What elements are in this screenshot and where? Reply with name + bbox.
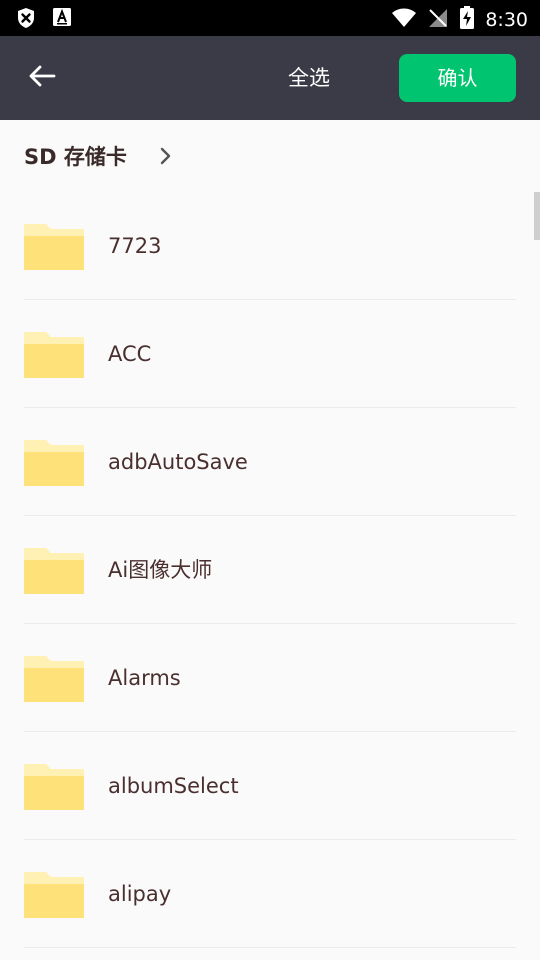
- folder-name: alipay: [108, 882, 172, 906]
- a-notification-icon: [52, 7, 72, 33]
- status-bar: 8:30: [0, 0, 540, 36]
- folder-icon: [24, 222, 84, 270]
- folder-name: 7723: [108, 234, 162, 258]
- select-all-button[interactable]: 全选: [270, 62, 348, 94]
- folder-name: ACC: [108, 342, 152, 366]
- folder-item[interactable]: albumSelect: [0, 732, 540, 840]
- folder-item[interactable]: Alarms: [0, 624, 540, 732]
- top-bar: 全选 确认: [0, 36, 540, 120]
- folder-item[interactable]: ACC: [0, 300, 540, 408]
- arrow-left-icon: [28, 64, 56, 92]
- folder-item[interactable]: Ai图像大师: [0, 516, 540, 624]
- divider: [24, 947, 516, 948]
- folder-icon: [24, 546, 84, 594]
- status-left-icons: [16, 7, 72, 33]
- breadcrumb-label[interactable]: SD 存储卡: [24, 141, 127, 171]
- folder-list: 7723 ACC adbAutoSave Ai图像大师 Alarms album: [0, 192, 540, 948]
- folder-icon: [24, 330, 84, 378]
- confirm-button[interactable]: 确认: [399, 54, 516, 102]
- no-signal-icon: [427, 7, 449, 33]
- folder-icon: [24, 654, 84, 702]
- folder-name: adbAutoSave: [108, 450, 248, 474]
- status-right-icons: 8:30: [391, 6, 528, 34]
- folder-name: Ai图像大师: [108, 558, 213, 582]
- folder-name: Alarms: [108, 666, 181, 690]
- clock-time: 8:30: [485, 9, 528, 31]
- shield-close-icon: [16, 7, 36, 33]
- folder-icon: [24, 870, 84, 918]
- folder-icon: [24, 762, 84, 810]
- folder-name: albumSelect: [108, 774, 239, 798]
- breadcrumb[interactable]: SD 存储卡: [24, 138, 173, 174]
- scrollbar[interactable]: [534, 192, 540, 240]
- battery-charging-icon: [459, 6, 475, 34]
- wifi-icon: [391, 8, 417, 32]
- folder-item[interactable]: 7723: [0, 192, 540, 300]
- folder-item[interactable]: adbAutoSave: [0, 408, 540, 516]
- chevron-right-icon: [159, 146, 173, 166]
- folder-item[interactable]: alipay: [0, 840, 540, 948]
- folder-icon: [24, 438, 84, 486]
- back-button[interactable]: [22, 58, 62, 98]
